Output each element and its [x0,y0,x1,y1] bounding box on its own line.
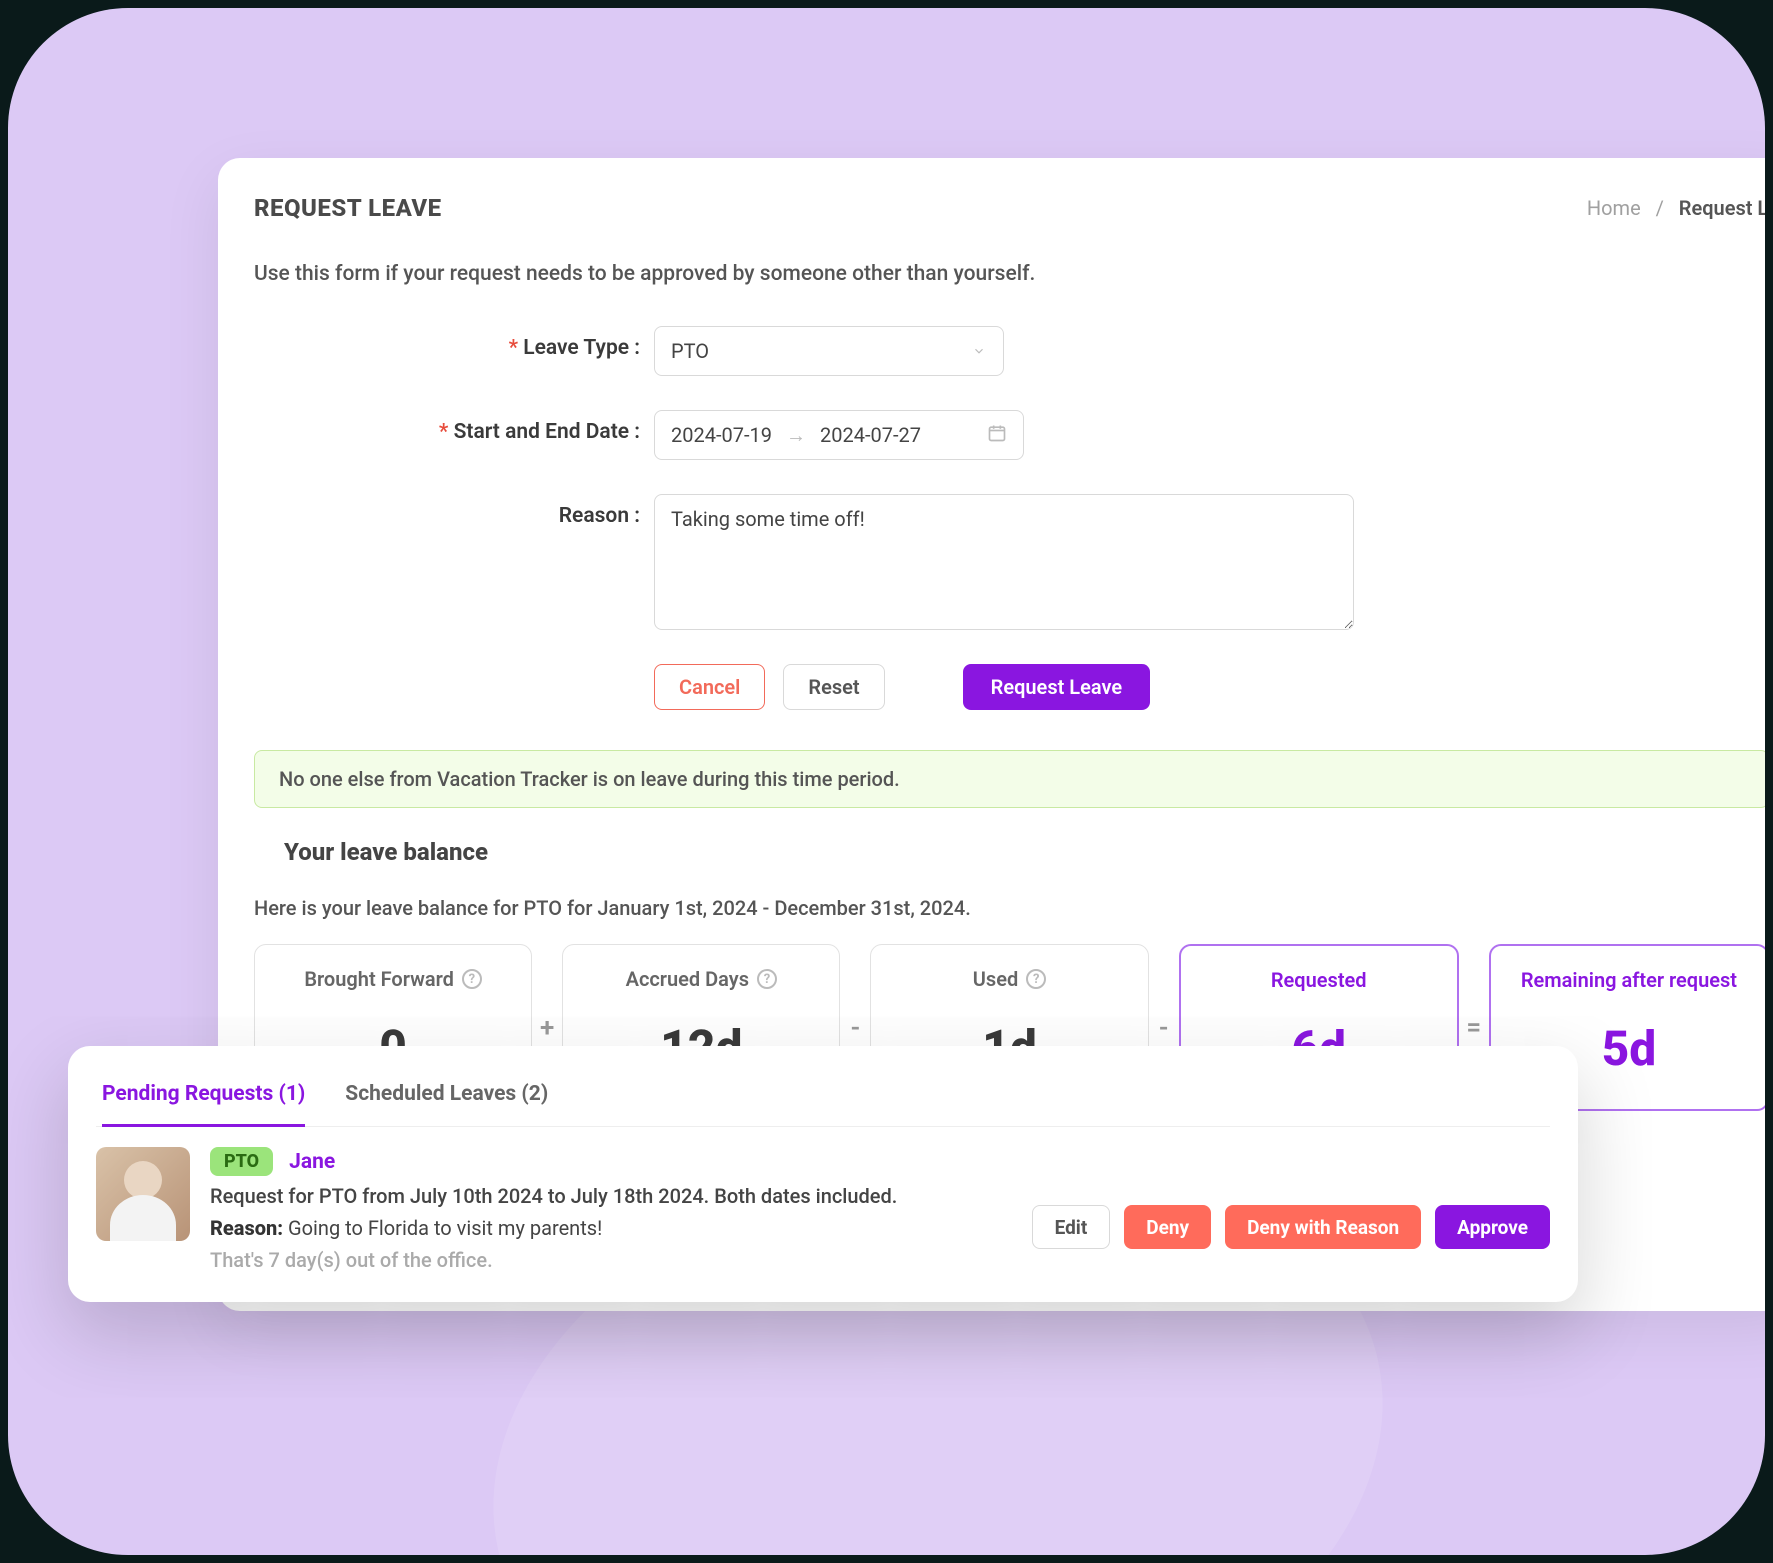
breadcrumb-current: Request Le [1679,196,1765,220]
request-footnote: That's 7 day(s) out of the office. [210,1248,1012,1272]
arrow-right-icon: → [786,423,806,448]
user-link[interactable]: Jane [289,1150,335,1174]
help-icon[interactable]: ? [462,969,482,989]
leave-type-label: * Leave Type : [254,326,654,360]
start-date: 2024-07-19 [671,423,772,447]
page-title: REQUEST LEAVE [254,194,442,222]
request-summary: Request for PTO from July 10th 2024 to J… [210,1184,1012,1208]
edit-button[interactable]: Edit [1032,1205,1111,1249]
approve-button[interactable]: Approve [1435,1205,1550,1249]
form-instruction: Use this form if your request needs to b… [254,262,1765,286]
avatar [96,1147,190,1241]
tab-pending[interactable]: Pending Requests (1) [102,1066,305,1126]
pending-requests-card: Pending Requests (1) Scheduled Leaves (2… [68,1046,1578,1302]
chevron-down-icon [971,343,987,359]
calendar-icon [987,423,1007,448]
reset-button[interactable]: Reset [783,664,884,710]
date-label: * Start and End Date : [254,410,654,444]
cancel-button[interactable]: Cancel [654,664,765,710]
help-icon[interactable]: ? [1026,969,1046,989]
tab-scheduled[interactable]: Scheduled Leaves (2) [345,1066,548,1126]
deny-button[interactable]: Deny [1124,1205,1211,1249]
breadcrumb-sep: / [1656,196,1664,220]
reason-label: Reason : [254,494,654,528]
deny-with-reason-button[interactable]: Deny with Reason [1225,1205,1421,1249]
help-icon[interactable]: ? [757,969,777,989]
breadcrumb: Home / Request Le [1587,196,1765,220]
leave-type-value: PTO [671,339,709,363]
breadcrumb-home[interactable]: Home [1587,196,1641,220]
balance-title: Your leave balance [284,838,1765,866]
request-leave-button[interactable]: Request Leave [963,664,1150,710]
date-range-picker[interactable]: 2024-07-19 → 2024-07-27 [654,410,1024,460]
leave-type-tag: PTO [210,1147,273,1176]
end-date: 2024-07-27 [820,423,921,447]
info-banner: No one else from Vacation Tracker is on … [254,750,1765,808]
leave-type-select[interactable]: PTO [654,326,1004,376]
request-reason: Reason: Going to Florida to visit my par… [210,1216,1012,1240]
request-row: PTO Jane Request for PTO from July 10th … [96,1127,1550,1272]
balance-subtitle: Here is your leave balance for PTO for J… [254,896,1765,920]
reason-textarea[interactable] [654,494,1354,630]
